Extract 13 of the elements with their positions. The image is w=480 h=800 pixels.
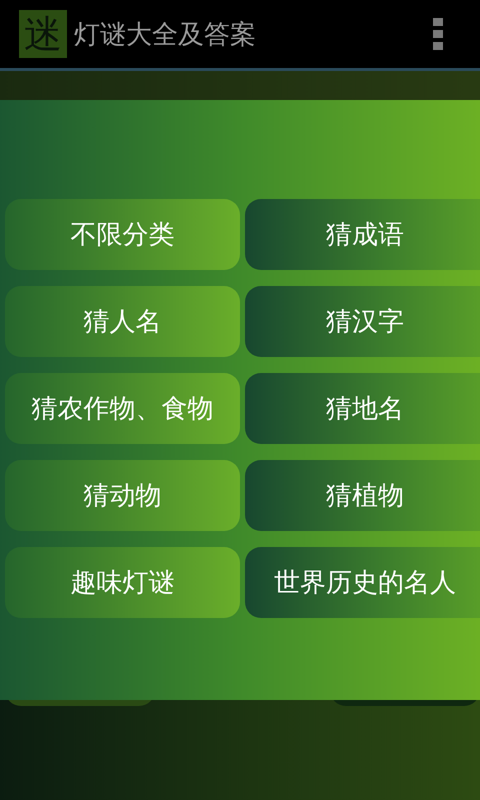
app-title: 灯谜大全及答案: [74, 18, 257, 52]
category-button[interactable]: 趣味灯谜: [5, 547, 240, 618]
category-button[interactable]: 猜农作物、食物: [5, 373, 240, 444]
category-button[interactable]: 不限分类: [5, 199, 240, 270]
category-button[interactable]: 猜成语: [245, 199, 480, 270]
category-button[interactable]: 猜动物: [5, 460, 240, 531]
overflow-menu-icon[interactable]: [433, 18, 443, 50]
category-button[interactable]: 猜人名: [5, 286, 240, 357]
category-button[interactable]: 猜汉字: [245, 286, 480, 357]
app-logo: 迷: [19, 10, 67, 58]
category-button[interactable]: 猜植物: [245, 460, 480, 531]
category-button[interactable]: 世界历史的名人: [245, 547, 480, 618]
category-button[interactable]: 猜地名: [245, 373, 480, 444]
